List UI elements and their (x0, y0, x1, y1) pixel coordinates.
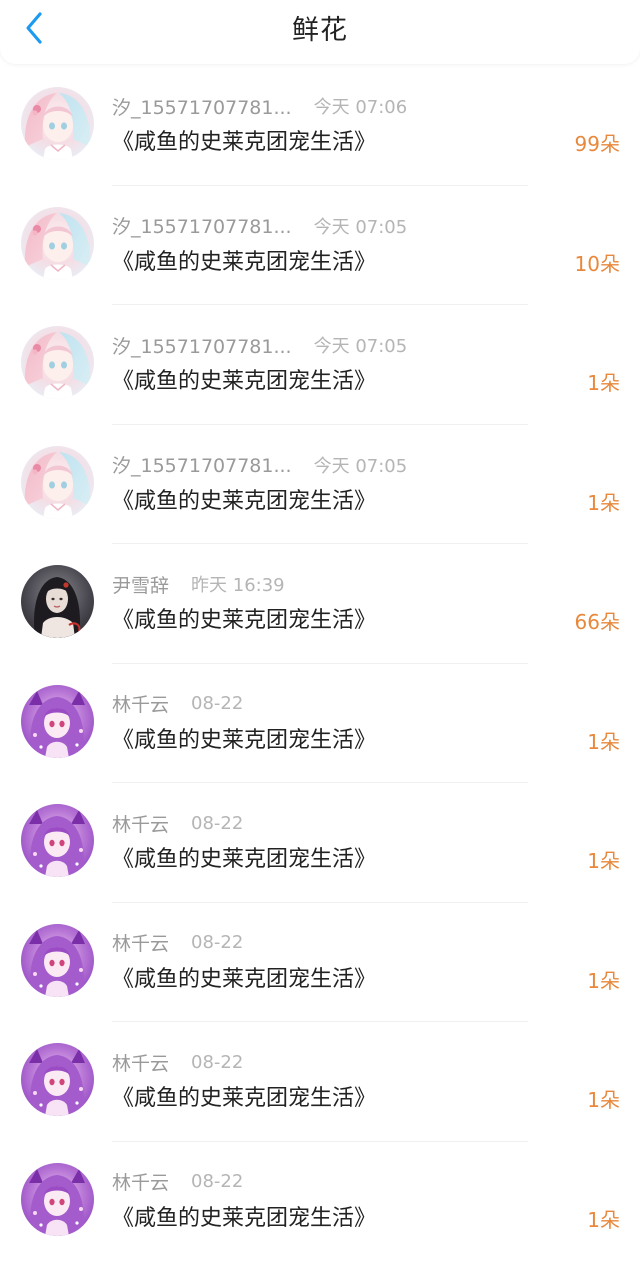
username[interactable]: 林千云 (112, 929, 169, 956)
flower-record-item[interactable]: 汐_15571707781... 今天 07:05 《咸鱼的史莱克团宠生活》 10朵 (0, 186, 640, 306)
username[interactable]: 汐_15571707781... (112, 332, 292, 359)
avatar[interactable] (21, 924, 94, 997)
book-title[interactable]: 《咸鱼的史莱克团宠生活》 (112, 844, 376, 876)
timestamp: 昨天 16:39 (191, 571, 285, 597)
record-meta: 汐_15571707781... 今天 07:05 (112, 332, 407, 358)
timestamp: 08-22 (191, 813, 243, 834)
avatar[interactable] (21, 207, 94, 280)
flower-record-item[interactable]: 林千云 08-22 《咸鱼的史莱克团宠生活》 1朵 (0, 783, 640, 903)
avatar[interactable] (21, 87, 94, 160)
page-title: 鲜花 (0, 12, 640, 50)
flower-record-item[interactable]: 汐_15571707781... 今天 07:06 《咸鱼的史莱克团宠生活》 99朵 (0, 66, 640, 186)
record-meta: 林千云 08-22 (112, 691, 243, 717)
timestamp: 08-22 (191, 1052, 243, 1073)
record-meta: 尹雪辞昨天 16:39 (112, 571, 285, 597)
record-meta: 汐_15571707781... 今天 07:05 (112, 452, 407, 478)
book-title[interactable]: 《咸鱼的史莱克团宠生活》 (112, 964, 376, 996)
username[interactable]: 林千云 (112, 810, 169, 837)
flower-count: 1朵 (587, 847, 620, 875)
book-title[interactable]: 《咸鱼的史莱克团宠生活》 (112, 1083, 376, 1115)
flower-record-item[interactable]: 汐_15571707781... 今天 07:05 《咸鱼的史莱克团宠生活》 1朵 (0, 305, 640, 425)
flower-count: 99朵 (575, 130, 620, 158)
record-meta: 汐_15571707781... 今天 07:06 (112, 93, 407, 119)
record-meta: 林千云 08-22 (112, 810, 243, 836)
book-title[interactable]: 《咸鱼的史莱克团宠生活》 (112, 127, 376, 159)
flower-count: 66朵 (575, 608, 620, 636)
flower-record-item[interactable]: 尹雪辞昨天 16:39 《咸鱼的史莱克团宠生活》 66朵 (0, 544, 640, 664)
book-title[interactable]: 《咸鱼的史莱克团宠生活》 (112, 247, 376, 279)
username[interactable]: 林千云 (112, 690, 169, 717)
username[interactable]: 林千云 (112, 1168, 169, 1195)
flower-record-item[interactable]: 林千云 08-22 《咸鱼的史莱克团宠生活》 1朵 (0, 1022, 640, 1142)
flower-record-item[interactable]: 林千云 08-22 《咸鱼的史莱克团宠生活》 1朵 (0, 664, 640, 784)
flower-count: 1朵 (587, 489, 620, 517)
username[interactable]: 尹雪辞 (112, 571, 169, 598)
flower-record-item[interactable]: 汐_15571707781... 今天 07:05 《咸鱼的史莱克团宠生活》 1朵 (0, 425, 640, 545)
username[interactable]: 汐_15571707781... (112, 212, 292, 239)
avatar[interactable] (21, 685, 94, 758)
flower-count: 1朵 (587, 967, 620, 995)
flower-count: 1朵 (587, 728, 620, 756)
avatar[interactable] (21, 1163, 94, 1236)
timestamp: 08-22 (191, 1171, 243, 1192)
flower-count: 1朵 (587, 1086, 620, 1114)
avatar[interactable] (21, 565, 94, 638)
record-meta: 林千云 08-22 (112, 930, 243, 956)
book-title[interactable]: 《咸鱼的史莱克团宠生活》 (112, 1203, 376, 1235)
flower-record-item[interactable]: 林千云 08-22 《咸鱼的史莱克团宠生活》 1朵 (0, 903, 640, 1023)
timestamp: 今天 07:06 (314, 93, 408, 119)
avatar[interactable] (21, 1043, 94, 1116)
flower-record-item[interactable]: 林千云 08-22 《咸鱼的史莱克团宠生活》 1朵 (0, 1142, 640, 1261)
avatar[interactable] (21, 804, 94, 877)
book-title[interactable]: 《咸鱼的史莱克团宠生活》 (112, 725, 376, 757)
avatar[interactable] (21, 446, 94, 519)
top-bar: 鲜花 (0, 0, 640, 64)
username[interactable]: 汐_15571707781... (112, 93, 292, 120)
book-title[interactable]: 《咸鱼的史莱克团宠生活》 (112, 486, 376, 518)
timestamp: 今天 07:05 (314, 213, 408, 239)
record-meta: 林千云 08-22 (112, 1169, 243, 1195)
book-title[interactable]: 《咸鱼的史莱克团宠生活》 (112, 605, 376, 637)
timestamp: 今天 07:05 (314, 332, 408, 358)
flower-count: 1朵 (587, 1206, 620, 1234)
record-meta: 汐_15571707781... 今天 07:05 (112, 213, 407, 239)
timestamp: 今天 07:05 (314, 452, 408, 478)
timestamp: 08-22 (191, 693, 243, 714)
flower-count: 10朵 (575, 250, 620, 278)
timestamp: 08-22 (191, 932, 243, 953)
flower-count: 1朵 (587, 369, 620, 397)
record-meta: 林千云 08-22 (112, 1049, 243, 1075)
avatar[interactable] (21, 326, 94, 399)
username[interactable]: 林千云 (112, 1049, 169, 1076)
book-title[interactable]: 《咸鱼的史莱克团宠生活》 (112, 366, 376, 398)
username[interactable]: 汐_15571707781... (112, 451, 292, 478)
flower-record-list: 汐_15571707781...今天 07:06《咸鱼的史莱克团宠生活》99朵汐… (0, 66, 640, 1261)
